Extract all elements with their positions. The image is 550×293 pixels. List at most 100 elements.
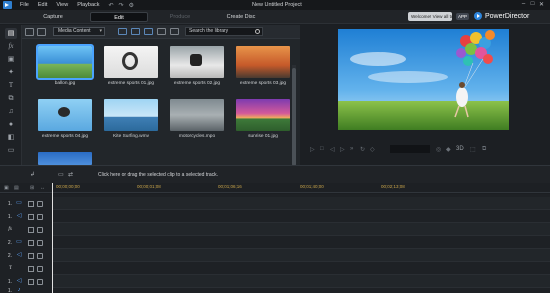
minimize-icon[interactable]: – bbox=[519, 1, 528, 8]
app-badge[interactable]: APP bbox=[456, 13, 470, 20]
track-enable-checkbox[interactable] bbox=[28, 278, 34, 285]
media-filter-select[interactable]: Media Content bbox=[53, 27, 105, 36]
pip-room-icon[interactable]: ▣ bbox=[5, 54, 17, 65]
video-track-icon: ▭ bbox=[16, 239, 22, 245]
loop-icon[interactable]: ↻ bbox=[360, 146, 365, 153]
3d-mode-icon[interactable]: 3D bbox=[456, 146, 464, 152]
track-lock-icon[interactable] bbox=[37, 226, 43, 233]
thumbnail-extreme-sports-01[interactable] bbox=[104, 46, 158, 78]
close-icon[interactable]: ✕ bbox=[537, 1, 546, 8]
previous-frame-icon[interactable]: ◁ bbox=[330, 146, 335, 153]
thumbnail-partial[interactable] bbox=[38, 152, 92, 165]
effect-track-icon: ▭ bbox=[14, 226, 24, 233]
timecode-display bbox=[390, 145, 430, 153]
overwrite-clip-icon[interactable]: ▭ bbox=[58, 171, 64, 178]
menu-file[interactable]: File bbox=[20, 2, 29, 8]
thumbnail-ballon[interactable] bbox=[36, 44, 94, 80]
view-all-icon[interactable] bbox=[118, 28, 127, 35]
tab-edit[interactable]: Edit bbox=[90, 12, 148, 22]
settings-gear-icon[interactable]: ⚙ bbox=[129, 2, 134, 9]
search-input[interactable]: Search the library bbox=[185, 27, 263, 36]
snapshot-icon[interactable]: ◎ bbox=[436, 146, 441, 153]
thumbnail-extreme-sports-02[interactable] bbox=[170, 46, 224, 78]
menu-playback[interactable]: Playback bbox=[77, 2, 99, 8]
redo-icon[interactable]: ↷ bbox=[119, 2, 124, 9]
track-enable-checkbox[interactable] bbox=[28, 200, 34, 207]
tab-capture[interactable]: Capture bbox=[28, 12, 78, 22]
view-audio-icon[interactable] bbox=[157, 28, 166, 35]
thumbnail-sunrise-01[interactable] bbox=[236, 99, 290, 131]
thumbnail-kite-surfing[interactable] bbox=[104, 99, 158, 131]
track-lock-icon[interactable] bbox=[37, 278, 43, 285]
import-media-icon[interactable] bbox=[25, 28, 34, 36]
view-video-icon[interactable] bbox=[131, 28, 140, 35]
transition-room-icon[interactable]: ⧉ bbox=[5, 93, 17, 104]
track-number: 1. bbox=[7, 278, 12, 285]
track-enable-checkbox[interactable] bbox=[28, 265, 34, 272]
timeline-cursor[interactable] bbox=[52, 183, 53, 293]
insert-clip-icon[interactable]: ↲ bbox=[30, 171, 35, 178]
maximize-icon[interactable]: □ bbox=[528, 1, 537, 8]
mark-icon[interactable]: ◇ bbox=[370, 146, 375, 153]
fx-room-icon[interactable]: fx bbox=[5, 41, 17, 52]
track-lane-video-1[interactable] bbox=[52, 197, 550, 210]
track-header-video-1: 1. ▭ bbox=[0, 197, 52, 210]
track-lane-effect[interactable] bbox=[52, 223, 550, 236]
fast-forward-icon[interactable]: » bbox=[350, 146, 353, 152]
title-track-icon: ▭ bbox=[14, 265, 24, 272]
undo-icon[interactable]: ↶ bbox=[109, 2, 114, 9]
subtitle-room-icon[interactable]: ▭ bbox=[5, 145, 17, 156]
track-enable-checkbox[interactable] bbox=[28, 239, 34, 246]
undock-icon[interactable]: ⧉ bbox=[482, 146, 486, 153]
zoom-icon[interactable]: ⊞ bbox=[30, 185, 34, 191]
track-lane-video-2[interactable] bbox=[52, 236, 550, 249]
track-lane-audio-2[interactable] bbox=[52, 249, 550, 262]
expand-icon[interactable]: ↔ bbox=[40, 185, 45, 191]
menu-view[interactable]: View bbox=[56, 2, 68, 8]
plugin-icon[interactable] bbox=[37, 28, 46, 36]
tab-produce[interactable]: Produce bbox=[155, 12, 205, 22]
track-enable-checkbox[interactable] bbox=[28, 213, 34, 220]
thumbnail-label: extreme sports 04.jpg bbox=[41, 134, 89, 139]
track-header-voice: 1. ◁ bbox=[0, 275, 52, 288]
library-scroll-thumb[interactable] bbox=[292, 68, 296, 166]
particle-room-icon[interactable]: ✦ bbox=[5, 67, 17, 78]
volume-icon[interactable]: ◆ bbox=[446, 146, 451, 153]
tab-create-disc[interactable]: Create Disc bbox=[215, 12, 267, 22]
media-room-icon[interactable]: ▤ bbox=[5, 28, 17, 39]
chapter-room-icon[interactable]: ◧ bbox=[5, 132, 17, 143]
sort-icon[interactable] bbox=[170, 28, 179, 35]
next-frame-icon[interactable]: ▷ bbox=[340, 146, 345, 153]
play-icon[interactable]: ▷ bbox=[310, 146, 315, 153]
search-icon[interactable] bbox=[255, 29, 260, 34]
project-title: New Untitled Project bbox=[252, 2, 302, 8]
track-lane-audio-1[interactable] bbox=[52, 210, 550, 223]
thumbnail-extreme-sports-03[interactable] bbox=[236, 46, 290, 78]
thumbnail-label: extreme sports 02.jpg bbox=[173, 81, 221, 86]
thumbnail-motorcycles[interactable] bbox=[170, 99, 224, 131]
track-lock-icon[interactable] bbox=[37, 265, 43, 272]
fullscreen-icon[interactable]: ⬚ bbox=[470, 146, 476, 153]
track-lane-title[interactable] bbox=[52, 262, 550, 275]
view-photo-icon[interactable] bbox=[144, 28, 153, 35]
track-manager-icon[interactable]: ▣ bbox=[4, 185, 9, 191]
timeline-ruler[interactable]: ▣ ▤ ⊞ ↔ 00;00;00;00 00;00;01;08 00;01;06… bbox=[0, 183, 550, 193]
welcome-banner[interactable]: Welcome! View all tutorial videos here! bbox=[408, 12, 452, 21]
voice-over-icon[interactable]: ● bbox=[5, 119, 17, 130]
track-lock-icon[interactable] bbox=[37, 200, 43, 207]
thumbnail-extreme-sports-04[interactable] bbox=[38, 99, 92, 131]
stop-icon[interactable]: □ bbox=[320, 146, 324, 152]
track-lock-icon[interactable] bbox=[37, 239, 43, 246]
track-lane-voice[interactable] bbox=[52, 275, 550, 288]
track-lock-icon[interactable] bbox=[37, 213, 43, 220]
ripple-icon[interactable]: ⇄ bbox=[68, 171, 73, 178]
music-track-icon: ♪ bbox=[17, 288, 21, 293]
track-enable-checkbox[interactable] bbox=[28, 252, 34, 259]
fit-icon[interactable]: ▤ bbox=[14, 185, 19, 191]
audio-mixing-icon[interactable]: ♫ bbox=[5, 106, 17, 117]
track-enable-checkbox[interactable] bbox=[28, 226, 34, 233]
track-lock-icon[interactable] bbox=[37, 252, 43, 259]
video-track-icon: ▭ bbox=[16, 200, 22, 206]
menu-edit[interactable]: Edit bbox=[38, 2, 47, 8]
title-room-icon[interactable]: T bbox=[5, 80, 17, 91]
